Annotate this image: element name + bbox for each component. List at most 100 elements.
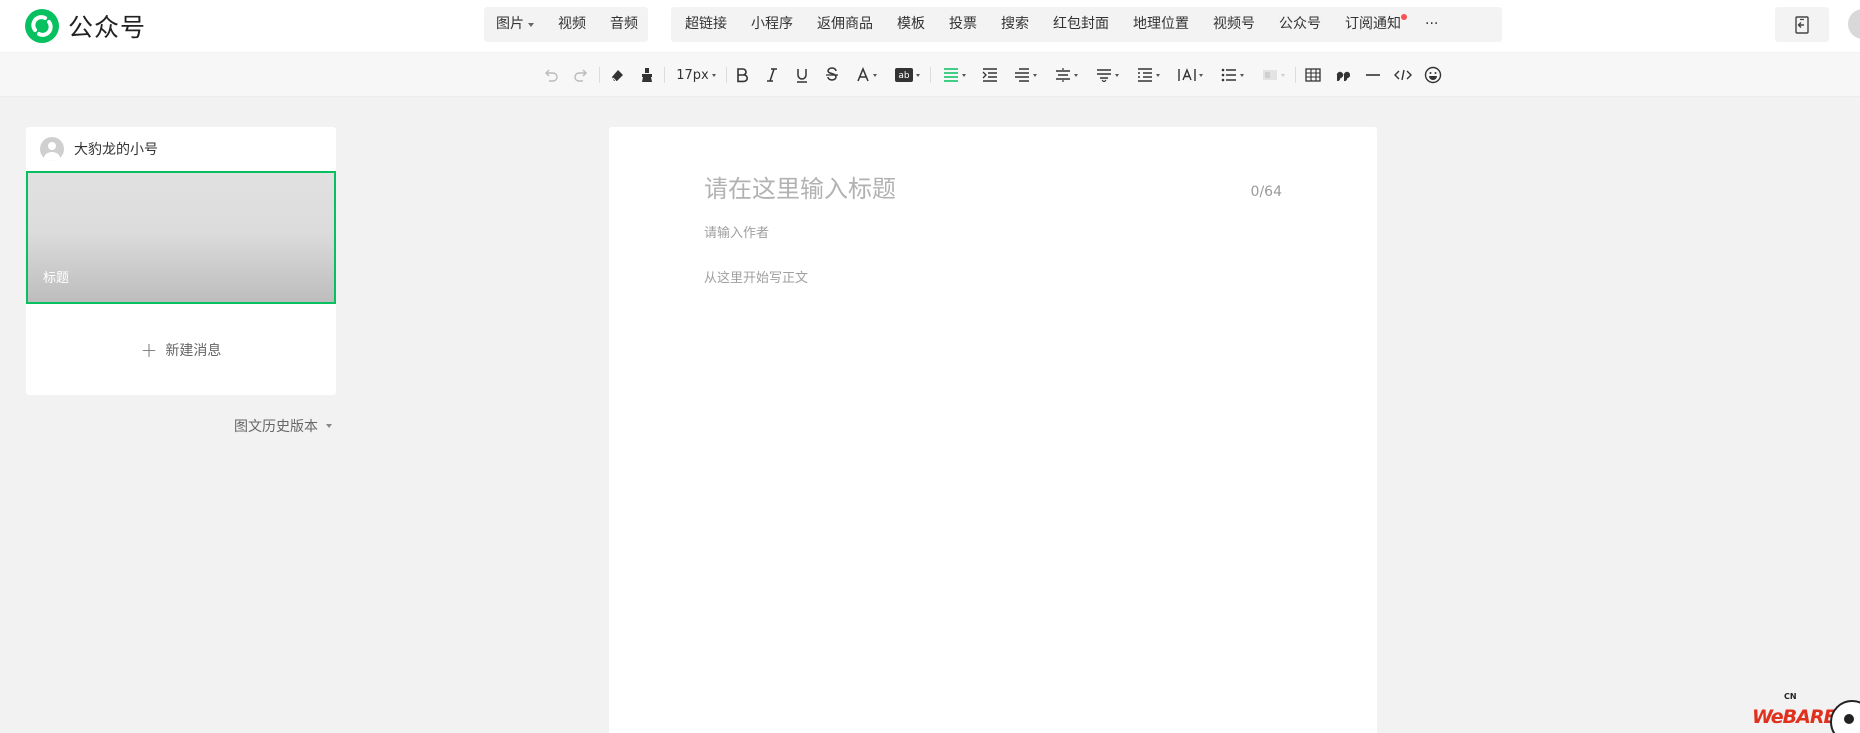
article-editor: 0/64 从这里开始写正文	[609, 127, 1377, 733]
eraser-icon	[612, 70, 623, 82]
account-info: 大豹龙的小号	[40, 137, 158, 161]
block-indent-button[interactable]	[1133, 63, 1163, 87]
disabled-format-button[interactable]	[1258, 63, 1288, 87]
mascot-widget[interactable]: CN WeBARE	[1748, 692, 1860, 733]
template-label: 模板	[897, 16, 925, 32]
underline-icon	[797, 69, 807, 83]
disabled-format-icon	[1262, 70, 1277, 80]
align-button[interactable]	[939, 63, 969, 87]
insert-audio-label: 音频	[610, 16, 638, 32]
insert-channels-button[interactable]: 视频号	[1201, 7, 1267, 42]
paragraph-spacing-button[interactable]	[1092, 63, 1122, 87]
insert-location-button[interactable]: 地理位置	[1121, 7, 1201, 42]
exit-preview-button[interactable]	[1775, 7, 1829, 42]
insert-template-button[interactable]: 模板	[885, 7, 937, 42]
insert-commission-goods-button[interactable]: 返佣商品	[805, 7, 885, 42]
chevron-down-icon	[1280, 73, 1285, 77]
media-insert-group: 图片 视频 音频	[484, 7, 648, 42]
app-logo[interactable]: 公众号	[24, 9, 146, 43]
more-icon: ···	[1425, 16, 1439, 32]
article-list-panel: 大豹龙的小号 标题 + 新建消息	[26, 127, 336, 395]
chevron-down-icon	[711, 73, 716, 77]
insert-red-packet-cover-button[interactable]: 红包封面	[1041, 7, 1121, 42]
vote-label: 投票	[949, 16, 977, 32]
insert-vote-button[interactable]: 投票	[937, 7, 989, 42]
title-input[interactable]	[704, 175, 1204, 203]
italic-button[interactable]	[763, 63, 781, 87]
insert-video-button[interactable]: 视频	[546, 7, 598, 42]
mascot-logo-text: WeBARE	[1752, 706, 1836, 728]
chevron-down-icon	[1114, 73, 1119, 77]
indent-button[interactable]	[980, 63, 1000, 87]
indent-icon	[982, 68, 997, 82]
insert-image-button[interactable]: 图片	[484, 7, 546, 42]
wechat-official-account-logo-icon	[25, 9, 59, 43]
redo-button[interactable]	[572, 63, 590, 87]
author-input[interactable]	[704, 226, 1004, 241]
history-versions-label: 图文历史版本	[234, 419, 318, 435]
more-button[interactable]: ···	[1413, 7, 1450, 42]
history-versions-dropdown[interactable]: 图文历史版本	[234, 416, 332, 436]
chevron-down-icon	[915, 73, 920, 77]
toolbar-divider	[599, 67, 600, 83]
first-line-indent-button[interactable]	[1010, 63, 1040, 87]
italic-icon	[767, 68, 777, 82]
insert-official-account-button[interactable]: 公众号	[1267, 7, 1333, 42]
subscription-notice-label: 订阅通知	[1345, 16, 1401, 32]
bold-icon	[737, 68, 748, 83]
underline-button[interactable]	[793, 63, 811, 87]
insert-table-button[interactable]	[1303, 63, 1323, 87]
insert-quote-button[interactable]	[1333, 63, 1353, 87]
insert-code-button[interactable]	[1393, 63, 1413, 87]
insert-audio-button[interactable]: 音频	[598, 7, 650, 42]
plus-icon: +	[140, 338, 158, 362]
line-height-button[interactable]	[1051, 63, 1081, 87]
font-color-button[interactable]	[853, 63, 879, 87]
insert-divider-button[interactable]	[1363, 63, 1383, 87]
emoji-icon	[1424, 66, 1442, 84]
new-message-label: 新建消息	[165, 343, 222, 359]
chevron-down-icon	[1198, 73, 1203, 77]
red-packet-cover-label: 红包封面	[1053, 16, 1109, 32]
quote-icon	[1336, 71, 1350, 81]
list-icon	[1221, 68, 1236, 82]
insert-subscription-notice-button[interactable]: 订阅通知	[1333, 7, 1413, 42]
insert-hyperlink-button[interactable]: 超链接	[673, 7, 739, 42]
bold-button[interactable]	[733, 63, 751, 87]
app-name: 公众号	[68, 13, 147, 42]
body-editor[interactable]: 从这里开始写正文	[704, 267, 808, 286]
new-message-button[interactable]: + 新建消息	[26, 340, 336, 360]
toolbar-divider	[930, 67, 931, 83]
user-avatar[interactable]	[1848, 9, 1860, 39]
font-size-select[interactable]: 17px	[673, 63, 719, 87]
location-label: 地理位置	[1133, 16, 1189, 32]
mascot-small-text: CN	[1784, 692, 1797, 701]
strikethrough-icon	[826, 67, 838, 81]
account-name: 大豹龙的小号	[74, 142, 158, 158]
chevron-down-icon	[1032, 73, 1037, 77]
background-color-button[interactable]: ab	[892, 63, 922, 87]
chevron-down-icon	[528, 22, 534, 27]
chevron-down-icon	[326, 424, 332, 428]
insert-image-label: 图片	[496, 16, 524, 32]
align-icon	[943, 68, 958, 82]
letter-spacing-button[interactable]	[1174, 63, 1206, 87]
toolbar-divider	[1295, 67, 1296, 83]
format-painter-button[interactable]	[637, 63, 657, 87]
undo-button[interactable]	[542, 63, 560, 87]
chevron-down-icon	[1155, 73, 1160, 77]
background-color-icon: ab	[894, 68, 913, 82]
redo-icon	[574, 69, 587, 82]
clear-format-button[interactable]	[607, 63, 627, 87]
insert-search-button[interactable]: 搜索	[989, 7, 1041, 42]
divider-icon	[1366, 74, 1380, 76]
list-button[interactable]	[1217, 63, 1247, 87]
insert-emoji-button[interactable]	[1423, 63, 1443, 87]
account-avatar-icon	[40, 137, 64, 161]
first-line-indent-icon	[1014, 68, 1029, 82]
insert-miniprogram-button[interactable]: 小程序	[739, 7, 805, 42]
bear-face-icon	[1830, 700, 1860, 733]
strikethrough-button[interactable]	[823, 63, 841, 87]
code-icon	[1394, 69, 1412, 81]
article-card-selected[interactable]: 标题	[26, 171, 336, 304]
